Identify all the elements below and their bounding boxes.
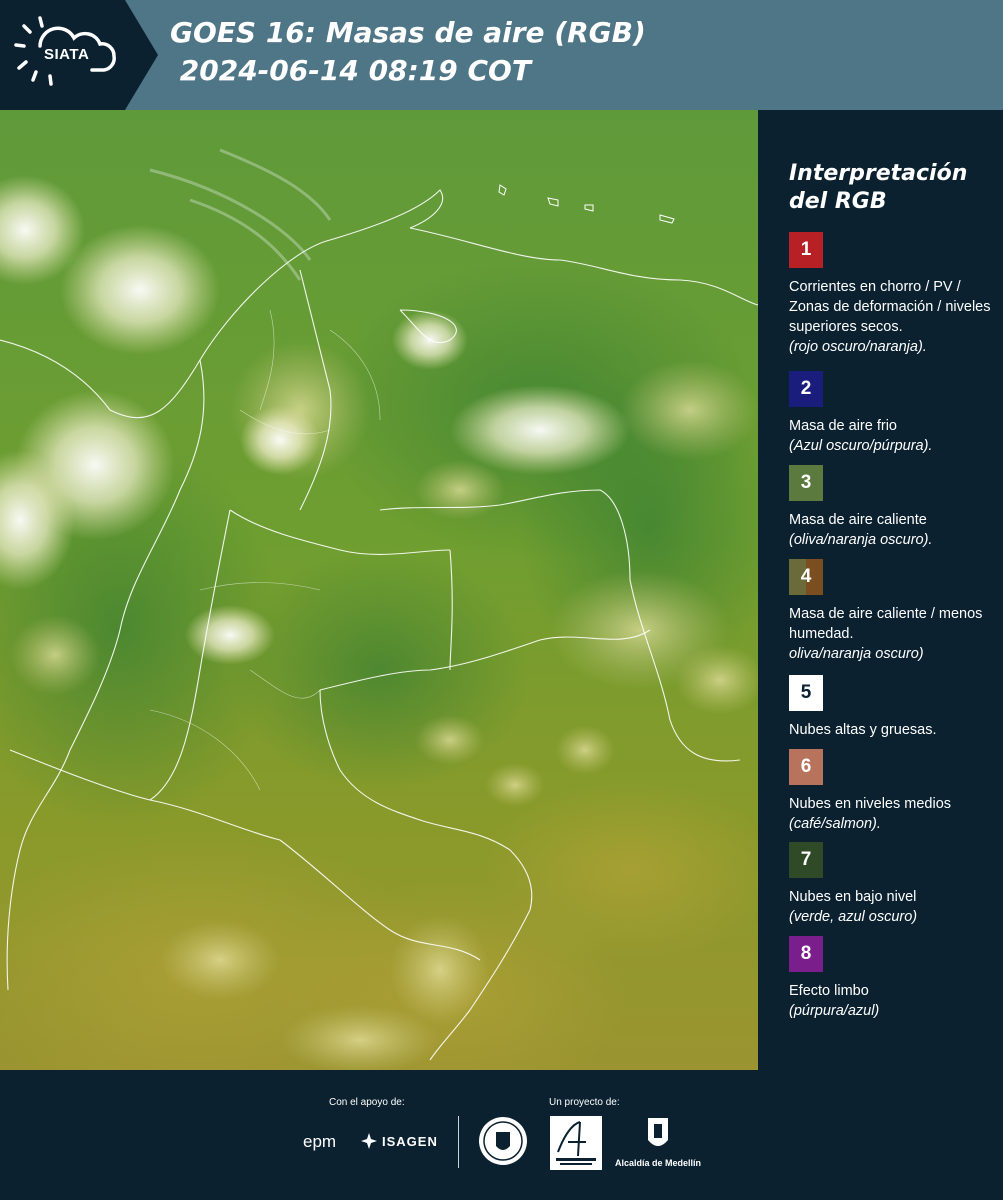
legend-item: 7 Nubes en bajo nivel (verde, azul oscuro) [789,842,994,927]
legend-title: Interpretación del RGB [789,161,968,214]
legend-description: Nubes en niveles medios [789,796,952,812]
legend-description: Nubes altas y gruesas. [789,722,937,738]
legend-swatch: 6 [789,749,823,785]
legend-note: (verde, azul oscuro) [789,909,918,925]
project-label: Un proyecto de: [549,1097,620,1108]
siata-logo-text: SIATA [44,46,90,63]
legend-description: Masa de aire caliente / menos humedad. [789,606,983,642]
legend-item: 8 Efecto limbo (púrpura/azul) [789,936,994,1021]
alcaldia-text: Alcaldía de Medellín [614,1158,702,1168]
epm-logo: epm [303,1132,337,1151]
legend-swatch: 7 [789,842,823,878]
legend-note: (oliva/naranja oscuro). [789,532,933,548]
legend-description: Efecto limbo [789,983,869,999]
legend-description: Masa de aire frio [789,418,897,434]
footer-bar: Con el apoyo de: Un proyecto de: epm ISA… [0,1070,1003,1200]
legend-item: 1 Corrientes en chorro / PV / Zonas de de… [789,232,994,357]
legend-note: (púrpura/azul) [789,1003,880,1019]
legend-swatch: 8 [789,936,823,972]
legend-item: 3 Masa de aire caliente (oliva/naranja osc… [789,465,994,550]
shield-icon [648,1118,668,1146]
support-label: Con el apoyo de: [329,1097,405,1108]
legend-description: Corrientes en chorro / PV / Zonas de def… [789,279,991,335]
legend-swatch: 4 [789,559,823,595]
legend-item: 5 Nubes altas y gruesas. [789,675,994,740]
legend-swatch: 2 [789,371,823,407]
legend-description: Nubes en bajo nivel [789,889,917,905]
legend-swatch: 1 [789,232,823,268]
seal-icon [479,1117,527,1165]
legend-note: (rojo oscuro/naranja). [789,339,927,355]
page-title: GOES 16: Masas de aire (RGB) 2024-06-14 … [170,16,646,87]
legend-swatch: 5 [789,675,823,711]
isagen-text: ISAGEN [382,1133,438,1149]
footer-divider [458,1116,459,1168]
legend-item: 2 Masa de aire frio (Azul oscuro/púrpura). [789,371,994,456]
isagen-icon [361,1133,377,1149]
alcaldia-logo: Alcaldía de Medellín [612,1116,704,1172]
siata-logo: SIATA [0,0,158,110]
legend-note: oliva/naranja oscuro) [789,646,924,662]
isagen-logo: ISAGEN [360,1132,438,1150]
legend-item: 6 Nubes en niveles medios (café/salmon). [789,749,994,834]
header-bar: SIATA GOES 16: Masas de aire (RGB) 2024-… [0,0,1003,110]
legend-panel: Interpretación del RGB 1 Corrientes en ch… [758,110,1003,1070]
satellite-image [0,110,758,1070]
legend-description: Masa de aire caliente [789,512,927,528]
legend-note: (café/salmon). [789,816,881,832]
legend-note: (Azul oscuro/púrpura). [789,438,933,454]
legend-swatch: 3 [789,465,823,501]
area-metropolitana-logo [550,1116,602,1170]
legend-item: 4 Masa de aire caliente / menos humedad. o… [789,559,994,664]
satellite-map[interactable] [0,110,758,1070]
